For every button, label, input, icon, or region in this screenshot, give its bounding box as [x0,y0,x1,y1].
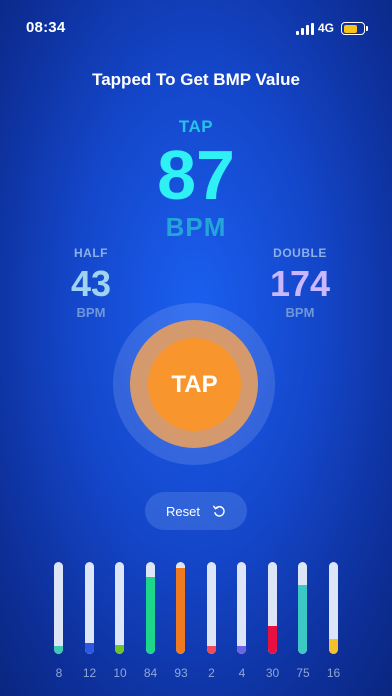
history-bar [54,562,63,654]
double-unit: BPM [285,304,315,320]
history-bar [298,562,307,654]
history-bar-label: 75 [296,666,310,680]
history-bar-fill [176,568,185,654]
history-bar-chart: 8 12 10 84 93 2 4 30 75 16 [0,562,392,682]
double-bpm-panel: DOUBLE 174 BPM [245,246,355,320]
history-bar-fill [206,646,216,654]
signal-icon [296,23,314,35]
history-bar-fill [328,639,338,654]
history-bar-label: 16 [326,666,341,680]
history-bar-fill [84,642,94,654]
history-bar-label: 2 [208,666,215,680]
history-bar-fill [267,626,277,654]
half-value: 43 [70,263,112,304]
history-bar-fill [237,646,246,654]
status-bar: 08:34 4G [0,0,392,56]
history-bar [145,562,155,654]
history-bar-label: 4 [238,666,246,680]
bpm-value: 87 [157,136,235,214]
history-bar [84,562,94,654]
history-bar-label: 10 [113,666,127,680]
history-bar [267,562,277,654]
battery-icon [341,22,368,35]
double-value: 174 [269,263,331,304]
history-bar [328,562,338,654]
bpm-unit: BPM [165,212,227,242]
tap-button[interactable]: TAP [148,338,241,431]
reset-label: Reset [166,503,200,519]
history-bar-fill [145,576,155,654]
status-time: 08:34 [26,19,66,36]
history-bar-label: 30 [265,666,280,680]
double-label: DOUBLE [273,246,327,260]
page-title: Tapped To Get BMP Value [92,70,300,89]
history-bar [206,562,216,654]
history-bar [115,562,124,654]
half-bpm-panel: HALF 43 BPM [36,246,146,320]
reset-icon [213,505,225,517]
history-bar-fill [298,585,307,654]
history-bar-label: 84 [143,666,158,680]
history-bar [237,562,246,654]
reset-button[interactable]: Reset [145,492,247,530]
history-bar-label: 8 [55,666,63,680]
history-bar-label: 12 [82,666,97,680]
half-unit: BPM [76,304,106,320]
history-bar-fill [115,644,124,654]
half-label: HALF [74,246,108,260]
history-bar [176,562,185,654]
tap-label: TAP [178,117,214,136]
network-label: 4G [318,21,335,35]
history-bar-fill [54,646,63,654]
history-bar-label: 93 [174,666,188,680]
